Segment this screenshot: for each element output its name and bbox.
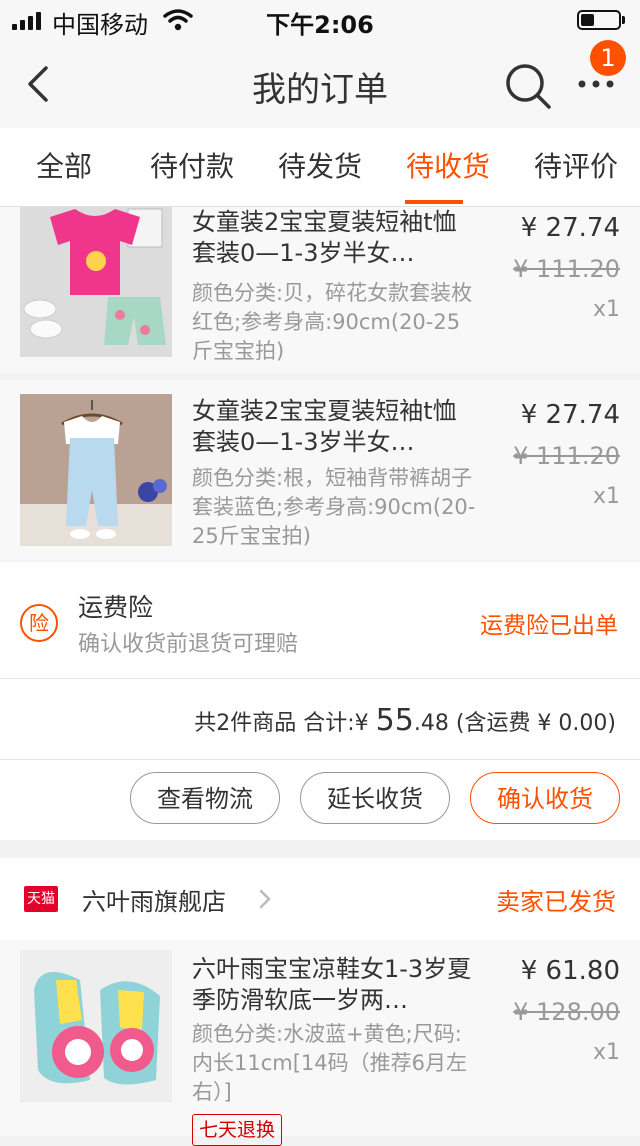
product-original-price: ¥ 111.20 (513, 442, 620, 470)
total-currency: ¥ (354, 711, 369, 736)
chevron-right-icon (259, 889, 271, 909)
order-status-tabs: 全部 待付款 待发货 待收货 待评价 (0, 128, 640, 207)
total-prefix: 共2件商品 合计: (194, 711, 355, 736)
tmall-logo-icon: 天猫 (24, 886, 58, 912)
shop-name[interactable]: 六叶雨旗舰店 (82, 882, 226, 917)
product-image (20, 207, 172, 357)
tab-pending-shipment[interactable]: 待发货 (256, 128, 384, 206)
total-amount-integer: 55 (375, 703, 414, 738)
product-price: ¥ 27.74 (520, 213, 620, 243)
product-title[interactable]: 六叶雨宝宝凉鞋女1-3岁夏季防滑软底一岁两… (192, 954, 477, 1016)
product-image (20, 950, 172, 1102)
more-dots-icon[interactable] (576, 76, 616, 92)
tab-pending-review[interactable]: 待评价 (512, 128, 640, 206)
product-sku: 颜色分类:贝，碎花女款套装枚红色;参考身高:90cm(20-25斤宝宝拍) (192, 281, 473, 363)
nav-bar: 我的订单 1 (0, 40, 640, 128)
status-bar: 中国移动 下午2:06 (0, 0, 640, 40)
order-item[interactable]: 女童装2宝宝夏装短袖t恤套装0—1-3岁半女… 颜色分类:贝，碎花女款套装枚红色… (0, 207, 640, 373)
order-summary: 共2件商品 合计:¥ 55.48 (含运费 ¥ 0.00) (0, 679, 640, 760)
seven-day-return-tag: 七天退换 (192, 1114, 283, 1146)
view-logistics-button[interactable]: 查看物流 (130, 772, 280, 824)
insurance-title: 运费险 (78, 593, 154, 622)
shipping-fee: (含运费 ¥ 0.00) (455, 711, 616, 736)
product-original-price: ¥ 111.20 (513, 255, 620, 283)
product-quantity: x1 (592, 1040, 620, 1065)
battery-tip (622, 16, 625, 24)
order-total: 共2件商品 合计:¥ 55.48 (含运费 ¥ 0.00) (194, 703, 616, 738)
tab-pending-receipt[interactable]: 待收货 (384, 128, 512, 206)
product-price: ¥ 27.74 (520, 400, 620, 430)
tab-all[interactable]: 全部 (0, 128, 128, 206)
insurance-badge-icon: 险 (20, 604, 58, 642)
product-quantity: x1 (592, 484, 620, 509)
active-tab-indicator (405, 200, 463, 204)
status-time: 下午2:06 (266, 11, 374, 39)
product-sku: 颜色分类:根，短袖背带裤胡子套装蓝色;参考身高:90cm(20-25斤宝宝拍) (192, 466, 476, 548)
total-amount-decimal: .48 (413, 711, 449, 736)
shipping-insurance-row[interactable]: 险 运费险 确认收货前退货可理赔 运费险已出单 (0, 562, 640, 679)
product-price: ¥ 61.80 (520, 956, 620, 986)
product-title[interactable]: 女童装2宝宝夏装短袖t恤套装0—1-3岁半女… (192, 207, 477, 269)
order-actions: 查看物流 延长收货 确认收货 (0, 760, 640, 840)
product-quantity: x1 (592, 297, 620, 322)
insurance-status: 运费险已出单 (480, 613, 618, 639)
battery-icon (577, 10, 621, 30)
product-title[interactable]: 女童装2宝宝夏装短袖t恤套装0—1-3岁半女… (192, 396, 477, 458)
notification-badge: 1 (590, 40, 626, 76)
product-image (20, 394, 172, 546)
tab-pending-payment[interactable]: 待付款 (128, 128, 256, 206)
shop-header[interactable]: 天猫 六叶雨旗舰店 卖家已发货 (0, 858, 640, 940)
extend-receipt-button[interactable]: 延长收货 (300, 772, 450, 824)
product-original-price: ¥ 128.00 (513, 998, 620, 1026)
confirm-receipt-button[interactable]: 确认收货 (470, 772, 620, 824)
insurance-description: 确认收货前退货可理赔 (78, 632, 299, 657)
product-sku: 颜色分类:水波蓝+黄色;尺码:内长11cm[14码（推荐6月左右）] (192, 1022, 467, 1104)
order-item[interactable]: 女童装2宝宝夏装短袖t恤套装0—1-3岁半女… 颜色分类:根，短袖背带裤胡子套装… (0, 380, 640, 560)
order-status: 卖家已发货 (496, 888, 616, 916)
search-icon[interactable] (504, 62, 552, 110)
order-item[interactable]: 六叶雨宝宝凉鞋女1-3岁夏季防滑软底一岁两… 颜色分类:水波蓝+黄色;尺码:内长… (0, 940, 640, 1136)
